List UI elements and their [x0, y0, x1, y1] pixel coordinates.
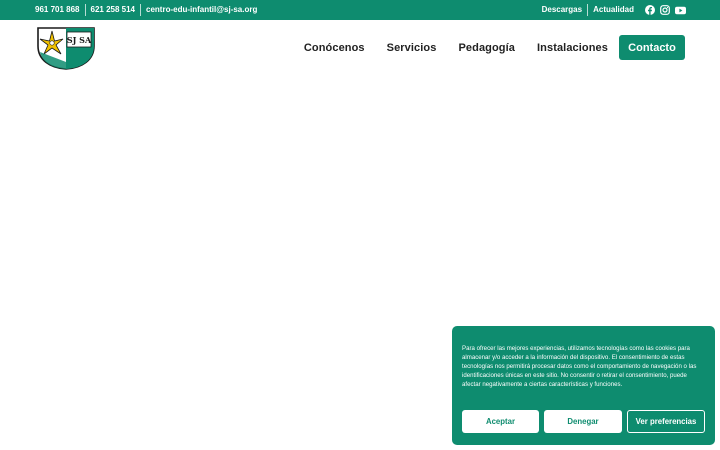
youtube-icon[interactable] [675, 6, 686, 15]
accept-cookies-button[interactable]: Aceptar [462, 410, 539, 433]
deny-cookies-button[interactable]: Denegar [544, 410, 622, 433]
social-links [645, 5, 686, 15]
phone-link-2[interactable]: 621 258 514 [86, 4, 141, 16]
school-shield-logo[interactable]: SJ SA [36, 26, 96, 70]
descargas-link[interactable]: Descargas [537, 4, 587, 16]
nav-conocenos[interactable]: Conócenos [304, 42, 365, 54]
top-links: Descargas Actualidad [537, 0, 686, 20]
email-link[interactable]: centro-edu-infantil@sj-sa.org [141, 4, 262, 16]
instagram-icon[interactable] [660, 5, 670, 15]
nav-servicios[interactable]: Servicios [387, 42, 437, 54]
facebook-icon[interactable] [645, 5, 655, 15]
actualidad-link[interactable]: Actualidad [588, 4, 639, 16]
view-preferences-button[interactable]: Ver preferencias [627, 410, 705, 433]
main-nav: Conócenos Servicios Pedagogía Instalacio… [304, 35, 685, 60]
main-header: SJ SA Conócenos Servicios Pedagogía Inst… [0, 20, 720, 74]
cookie-banner: Para ofrecer las mejores experiencias, u… [452, 326, 715, 445]
top-bar: 961 701 868 621 258 514 centro-edu-infan… [0, 0, 720, 20]
nav-pedagogia[interactable]: Pedagogía [458, 42, 515, 54]
nav-instalaciones[interactable]: Instalaciones [537, 42, 608, 54]
contact-button[interactable]: Contacto [619, 35, 685, 60]
phone-link-1[interactable]: 961 701 868 [35, 4, 85, 16]
logo-text: SJ SA [67, 35, 92, 45]
cookie-text: Para ofrecer las mejores experiencias, u… [462, 345, 697, 389]
contact-info: 961 701 868 621 258 514 centro-edu-infan… [35, 0, 262, 20]
